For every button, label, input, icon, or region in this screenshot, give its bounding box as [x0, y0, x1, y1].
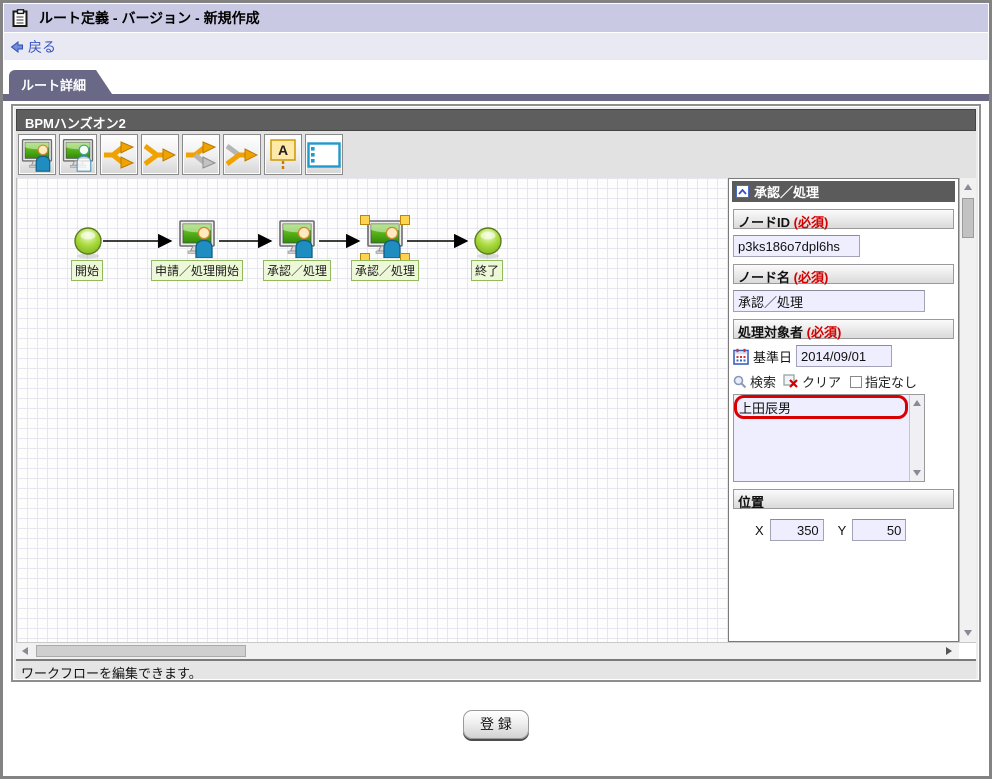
node-name-required: (必須) [793, 270, 829, 285]
title-bar: ルート定義 - バージョン - 新規作成 [4, 4, 988, 32]
annotation-button[interactable]: A [264, 134, 302, 175]
footer: 登 録 [3, 682, 989, 739]
base-date-input[interactable] [796, 345, 893, 367]
register-button[interactable]: 登 録 [463, 710, 529, 739]
editor-content: 開始 申請／処理開始 承認／処理 承認／処理 終了 承認／処理 ノードID (必… [16, 178, 976, 642]
phase-button[interactable] [305, 134, 343, 175]
node-task-2[interactable] [277, 220, 317, 263]
annotation-icon: A [270, 138, 296, 171]
conditional-split-button[interactable] [182, 134, 220, 175]
clear-link[interactable]: クリア [802, 372, 841, 391]
conditional-join-icon [226, 143, 258, 166]
node-name-input[interactable] [733, 290, 925, 312]
section-node-id: ノードID (必須) [733, 209, 954, 230]
node-task-2-label: 承認／処理 [262, 260, 332, 281]
panel-title: 承認／処理 [754, 185, 820, 200]
section-position: 位置 [733, 489, 954, 510]
y-input[interactable] [852, 519, 907, 541]
x-input[interactable] [769, 519, 824, 541]
clipboard-icon [12, 8, 28, 27]
position-label: 位置 [738, 495, 765, 510]
target-user-list[interactable]: 上田辰男 [733, 394, 925, 482]
target-required: (必須) [806, 325, 842, 340]
tab-underline [3, 94, 989, 101]
scroll-down-icon[interactable] [913, 470, 921, 476]
scrollbar-corner [959, 643, 976, 659]
node-task-1[interactable] [177, 220, 217, 263]
section-target: 処理対象者 (必須) [733, 319, 954, 340]
list-scrollbar[interactable] [909, 395, 924, 481]
none-checkbox[interactable] [850, 375, 863, 388]
annotation-glyph: A [278, 142, 288, 158]
back-bar: 戻る [4, 33, 988, 60]
search-icon[interactable] [733, 375, 747, 389]
node-task-1-label: 申請／処理開始 [150, 260, 244, 281]
conditional-split-icon [186, 140, 217, 169]
search-link[interactable]: 検索 [750, 372, 776, 391]
status-bar: ワークフローを編集できます。 [16, 659, 976, 681]
scroll-down-icon[interactable] [964, 630, 972, 636]
node-task-3-label: 承認／処理 [350, 260, 420, 281]
user-task-button[interactable] [18, 134, 56, 175]
scroll-up-icon[interactable] [964, 184, 972, 190]
node-id-input[interactable] [733, 235, 860, 257]
branch-join-icon [144, 143, 176, 166]
target-label: 処理対象者 [738, 325, 804, 340]
collapse-icon[interactable] [736, 185, 749, 198]
node-start-label: 開始 [70, 260, 104, 281]
back-button[interactable]: 戻る [10, 37, 56, 57]
horizontal-scrollbar[interactable] [16, 642, 976, 659]
workflow-canvas[interactable]: 開始 申請／処理開始 承認／処理 承認／処理 終了 [16, 178, 728, 642]
properties-panel: 承認／処理 ノードID (必須) ノード名 (必須) 処理対象者 [728, 178, 959, 642]
section-node-name: ノード名 (必須) [733, 264, 954, 285]
clear-icon[interactable] [783, 374, 799, 389]
y-label: Y [837, 522, 847, 538]
branch-join-button[interactable] [141, 134, 179, 175]
toolbar: A [16, 131, 976, 178]
base-date-label: 基準日 [753, 349, 793, 365]
dynamic-user-task-button[interactable] [59, 134, 97, 175]
node-id-label: ノードID [738, 215, 791, 230]
scroll-left-icon[interactable] [22, 647, 28, 655]
scroll-right-icon[interactable] [946, 647, 952, 655]
selection-handle[interactable] [360, 215, 370, 225]
user-task-icon [21, 138, 53, 172]
node-end[interactable] [473, 227, 503, 264]
node-task-3-selected[interactable] [360, 215, 410, 263]
selection-handle[interactable] [400, 215, 410, 225]
node-id-required: (必須) [793, 215, 829, 230]
branch-split-button[interactable] [100, 134, 138, 175]
app-window: ルート定義 - バージョン - 新規作成 戻る ルート詳細 BPMハンズオン2 [0, 0, 992, 779]
list-item-user[interactable]: 上田辰男 [734, 395, 924, 420]
tab-route-detail[interactable]: ルート詳細 [9, 70, 112, 94]
branch-split-icon [104, 140, 135, 169]
editor-frame: BPMハンズオン2 A 開始 申請／処理開始 承認／処理 承認／処理 終了 承認… [11, 104, 981, 682]
back-label: 戻る [28, 38, 56, 55]
x-label: X [755, 522, 764, 538]
vertical-scrollbar[interactable] [959, 178, 976, 642]
dynamic-user-task-icon [62, 138, 94, 172]
node-name-label: ノード名 [738, 270, 791, 285]
workflow-title: BPMハンズオン2 [16, 109, 976, 131]
scroll-up-icon[interactable] [913, 400, 921, 406]
calendar-icon[interactable] [733, 348, 749, 365]
vertical-scroll-thumb[interactable] [962, 198, 974, 238]
back-arrow-icon [10, 40, 23, 53]
horizontal-scroll-thumb[interactable] [36, 645, 246, 657]
node-end-label: 終了 [470, 260, 504, 281]
phase-icon [307, 141, 341, 168]
page-title: ルート定義 - バージョン - 新規作成 [39, 10, 260, 26]
panel-header: 承認／処理 [732, 181, 955, 202]
node-start[interactable] [73, 227, 103, 264]
conditional-join-button[interactable] [223, 134, 261, 175]
none-label: 指定なし [865, 375, 918, 390]
tab-row: ルート詳細 [9, 70, 989, 94]
